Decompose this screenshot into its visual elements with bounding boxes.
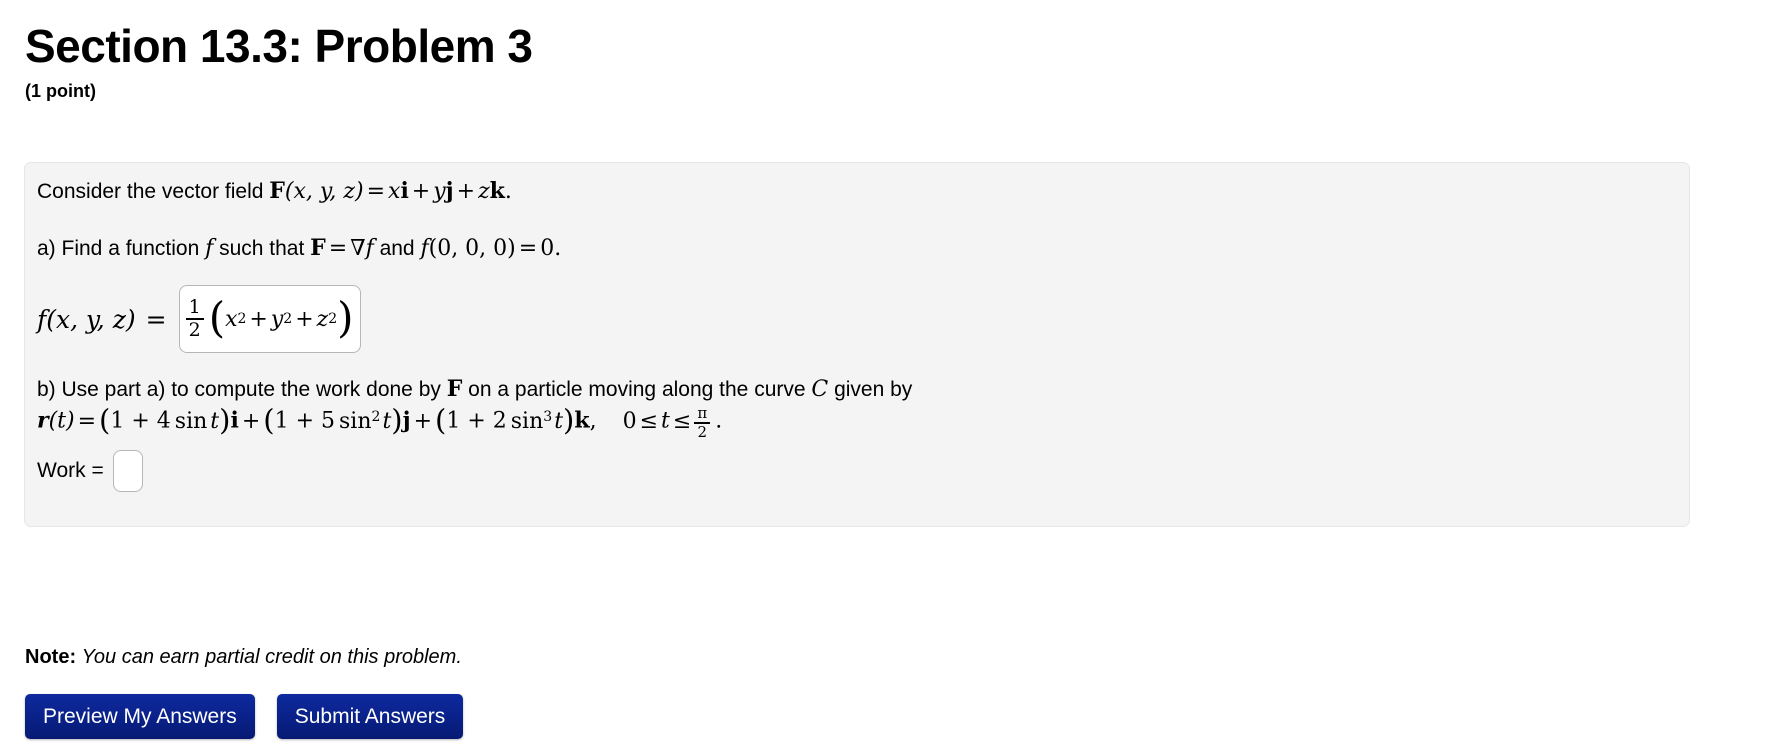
curve-close-paren-2: ) — [391, 402, 403, 437]
part-b-mid: on a particle moving along the curve — [462, 378, 812, 401]
curve-open-paren-2: ( — [263, 402, 275, 437]
answer-a-expression: 1 2 (x 2 + y 2 + z 2) — [185, 292, 354, 342]
submit-answers-button[interactable]: Submit Answers — [276, 694, 464, 739]
part-a-label: a) Find a function — [37, 237, 206, 260]
curve-term1-coeff: 1 + 4 — [110, 408, 171, 434]
part-b-suffix: given by — [828, 378, 913, 401]
curve-sin-3-exponent: 3 — [543, 409, 553, 426]
curve-range-low: 0 — [622, 408, 637, 434]
part-a-F: F — [310, 235, 326, 261]
curve-t-3: t — [554, 408, 564, 434]
part-a-eq2: = — [518, 236, 538, 261]
curve-r: r — [37, 407, 49, 434]
curve-term3-coeff: 1 + 2 — [446, 408, 507, 434]
intro-F: F — [269, 178, 285, 204]
part-a-origin: (0, 0, 0) — [428, 236, 516, 261]
curve-vec-j: j — [402, 407, 411, 434]
intro-term1-var: x — [388, 179, 401, 204]
fraction-denominator: 2 — [188, 318, 201, 341]
answer-a-y-exponent: 2 — [283, 311, 293, 327]
answer-a-plus1: + — [249, 306, 268, 332]
part-a-and: and — [373, 237, 421, 260]
curve-t-2: t — [382, 408, 392, 434]
intro-period: . — [504, 179, 512, 204]
page-title: Section 13.3: Problem 3 — [25, 20, 533, 72]
curve-sin-3: sin — [510, 408, 544, 434]
work-label: Work = — [37, 459, 104, 482]
answer-a-x-exponent: 2 — [237, 311, 247, 327]
one-half-fraction: 1 2 — [185, 295, 204, 341]
intro-plus1: + — [411, 179, 431, 204]
curve-definition: r(t) = (1 + 4 sin t)i + (1 + 5 sin2t)j + (1 + 2 si… — [37, 402, 723, 441]
partial-credit-note: Note: You can earn partial credit on thi… — [25, 646, 462, 669]
intro-term2-vec: j — [445, 178, 454, 204]
points-label: (1 point) — [25, 81, 96, 101]
answer-a-equals: = — [145, 304, 167, 334]
note-label: Note: — [25, 646, 77, 668]
answer-a-y: y — [270, 306, 284, 332]
part-a-grad-f: f — [365, 236, 374, 261]
curve-term2-coeff: 1 + 5 — [274, 408, 336, 434]
part-a-mid: such that — [213, 237, 311, 260]
pi-over-two-fraction: π2 — [694, 404, 711, 441]
answer-input-part-a[interactable]: 1 2 (x 2 + y 2 + z 2) — [178, 285, 361, 353]
vector-field-statement: Consider the vector field F(x, y, z) = xi +… — [37, 178, 512, 204]
part-b-F: F — [446, 376, 463, 402]
open-paren: ( — [208, 292, 226, 342]
curve-t-arg: (t) — [48, 408, 75, 434]
curve-vec-k: k — [574, 407, 590, 434]
preview-my-answers-button[interactable]: Preview My Answers — [25, 694, 255, 739]
part-a-statement: a) Find a function f such that F = ∇f and … — [37, 235, 561, 261]
intro-plus2: + — [456, 179, 476, 204]
curve-close-paren-3: ) — [563, 402, 575, 437]
curve-plus-1: + — [241, 408, 261, 434]
curve-sin-2: sin — [339, 408, 372, 434]
curve-comma: , — [589, 408, 597, 434]
curve-equals: = — [77, 408, 97, 434]
part-a-zero: 0 — [540, 236, 555, 261]
curve-le-1: ≤ — [639, 408, 659, 434]
close-paren: ) — [337, 292, 354, 342]
part-b-curve-C: C — [811, 377, 829, 402]
part-b-label: b) Use part a) to compute the work done … — [37, 378, 447, 401]
note-text: You can earn partial credit on this prob… — [81, 646, 462, 668]
answer-a-plus2: + — [295, 306, 314, 332]
answer-a-z-exponent: 2 — [328, 311, 338, 327]
problem-page: Section 13.3: Problem 3 (1 point) Consid… — [0, 0, 1787, 752]
part-b-statement: b) Use part a) to compute the work done … — [37, 376, 912, 402]
intro-prefix: Consider the vector field — [37, 180, 270, 203]
answer-a-x: x — [225, 306, 238, 332]
curve-t-1: t — [210, 408, 220, 434]
curve-vec-i: i — [230, 407, 239, 434]
answer-a-lhs: f(x, y, z) — [37, 304, 136, 334]
intro-term1-vec: i — [400, 178, 409, 204]
curve-plus-2: + — [413, 408, 433, 434]
fraction-numerator: 1 — [188, 295, 201, 318]
answer-a-row: f(x, y, z) = 1 2 (x 2 + y 2 + z 2) — [37, 285, 361, 353]
curve-open-paren-1: ( — [99, 402, 111, 437]
intro-term3-vec: k — [489, 178, 505, 204]
intro-term2-var: y — [433, 179, 446, 204]
pi-numerator: π — [697, 404, 708, 422]
curve-sin-1: sin — [174, 408, 208, 434]
part-a-equals: = — [328, 236, 348, 261]
curve-open-paren-3: ( — [435, 402, 447, 437]
intro-equals: = — [366, 179, 386, 204]
work-input[interactable] — [112, 450, 143, 492]
curve-close-paren-1: ) — [219, 402, 231, 437]
nabla-icon: ∇ — [350, 236, 366, 261]
work-answer-row: Work = — [37, 450, 143, 492]
curve-period: . — [715, 408, 723, 434]
curve-le-2: ≤ — [672, 408, 692, 434]
part-a-period: . — [554, 236, 562, 261]
part-a-f2: f — [420, 236, 429, 261]
intro-args: (x, y, z) — [284, 179, 364, 204]
action-button-row: Preview My Answers Submit Answers — [25, 694, 464, 739]
curve-range-var: t — [661, 408, 670, 434]
pi-denominator: 2 — [697, 422, 708, 441]
answer-a-z: z — [316, 306, 329, 332]
intro-term3-var: z — [478, 179, 490, 204]
